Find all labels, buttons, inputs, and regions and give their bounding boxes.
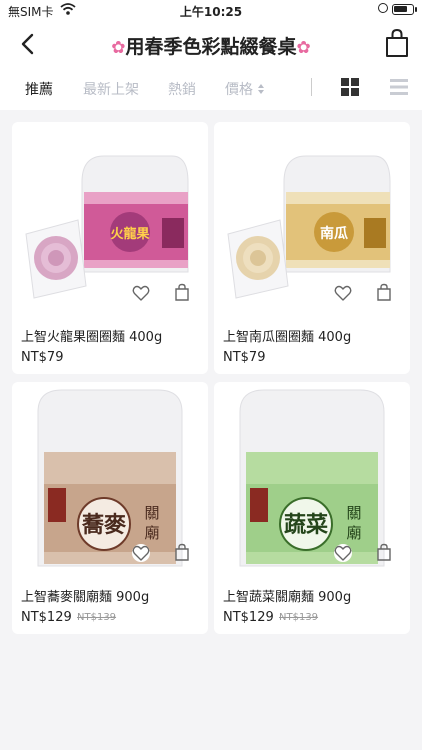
svg-text:關: 關: [144, 504, 159, 522]
svg-text:火龍果: 火龍果: [110, 226, 149, 242]
svg-text:蔬菜: 蔬菜: [284, 512, 328, 538]
product-image[interactable]: 蕎麥 關 廟: [12, 382, 208, 570]
page-title: ✿用春季色彩點綴餐桌✿: [60, 32, 362, 59]
grid-view-icon[interactable]: [341, 78, 359, 96]
product-name[interactable]: 上智蔬菜關廟麵 900g: [223, 586, 351, 605]
product-name[interactable]: 上智南瓜圈圈麵 400g: [223, 326, 351, 345]
toolbar-divider: [311, 78, 312, 96]
svg-text:廟: 廟: [144, 524, 159, 542]
shopping-bag-icon[interactable]: [376, 283, 392, 301]
heart-icon[interactable]: [334, 544, 352, 562]
product-card[interactable]: 蔬菜 關 廟 上智蔬菜關廟麵 900g NT$129 NT$139: [214, 382, 410, 634]
svg-text:廟: 廟: [346, 524, 361, 542]
tab-price[interactable]: 價格: [225, 79, 265, 99]
heart-icon[interactable]: [334, 284, 352, 302]
svg-text:關: 關: [346, 504, 361, 522]
heart-icon[interactable]: [132, 284, 150, 302]
product-card[interactable]: 南瓜 上智南瓜圈圈麵 400g NT$79: [214, 122, 410, 374]
battery-tip: [415, 7, 417, 12]
product-image[interactable]: 蔬菜 關 廟: [214, 382, 410, 570]
nav-bar: ✿用春季色彩點綴餐桌✿: [0, 22, 422, 66]
tab-recommended[interactable]: 推薦: [25, 79, 53, 99]
battery-icon: [392, 4, 414, 15]
status-time: 上午10:25: [179, 5, 243, 19]
original-price: NT$139: [279, 612, 319, 623]
cherry-blossom-icon: ✿: [296, 38, 311, 58]
product-price: NT$79: [21, 350, 64, 365]
product-name[interactable]: 上智蕎麥關廟麵 900g: [21, 586, 149, 605]
tab-best-selling[interactable]: 熱銷: [168, 79, 196, 99]
product-price: NT$129: [223, 610, 274, 625]
product-price: NT$129: [21, 610, 72, 625]
product-card[interactable]: 火龍果 上智火龍果圈圈麵 400g NT$79: [12, 122, 208, 374]
page-title-text: 用春季色彩點綴餐桌: [125, 36, 297, 58]
product-card[interactable]: 蕎麥 關 廟 上智蕎麥關廟麵 900g NT$129 NT$139: [12, 382, 208, 634]
filter-bar: 推薦 最新上架 熱銷 價格: [0, 66, 422, 110]
tab-newest[interactable]: 最新上架: [83, 79, 139, 99]
shopping-bag-icon[interactable]: [174, 283, 190, 301]
product-price: NT$79: [223, 350, 266, 365]
original-price: NT$139: [77, 612, 117, 623]
tab-price-label: 價格: [225, 82, 253, 98]
product-image[interactable]: 南瓜: [214, 122, 410, 310]
back-icon[interactable]: [14, 30, 42, 58]
product-image[interactable]: 火龍果: [12, 122, 208, 310]
status-bar: 無SIM卡 上午10:25: [0, 0, 422, 22]
sort-icon: [258, 84, 265, 94]
bottom-safe-area: [0, 734, 422, 750]
shopping-bag-icon[interactable]: [384, 28, 410, 58]
list-view-icon[interactable]: [390, 78, 408, 96]
heart-icon[interactable]: [132, 544, 150, 562]
svg-text:南瓜: 南瓜: [320, 225, 348, 242]
orientation-lock-icon: [378, 3, 388, 13]
shopping-bag-icon[interactable]: [174, 543, 190, 561]
svg-text:蕎麥: 蕎麥: [81, 512, 127, 538]
product-name[interactable]: 上智火龍果圈圈麵 400g: [21, 326, 162, 345]
shopping-bag-icon[interactable]: [376, 543, 392, 561]
cherry-blossom-icon: ✿: [111, 38, 126, 58]
